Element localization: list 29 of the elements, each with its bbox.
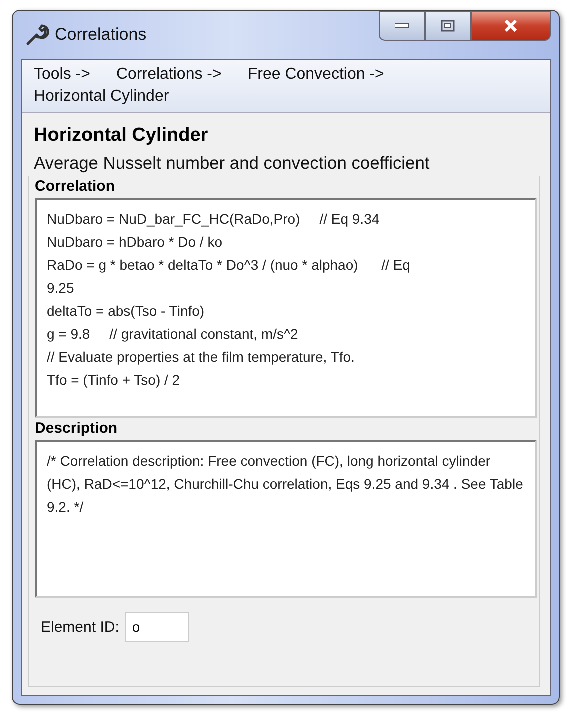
- code-line: RaDo = g * betao * deltaTo * Do^3 / (nuo * alphao) // Eq: [47, 256, 412, 275]
- breadcrumb-link[interactable]: Free Convection ->: [248, 66, 384, 84]
- code-line: g = 9.8 // gravitational constant, m/s^2: [47, 325, 300, 344]
- code-line: NuDbaro = hDbaro * Do / ko: [47, 233, 224, 252]
- code-line: // Evaluate properties at the film temperature, Tfo.: [47, 348, 356, 367]
- description-text: /* Correlation description: Free convection (FC), long horizontal cylinder (HC), RaD<=10^12, Churchill-Chu correlation, Eqs 9.25 and 9.34 . See Table 9.2. */: [47, 452, 524, 517]
- breadcrumb-link[interactable]: Correlations ->: [116, 66, 222, 84]
- code-line: 9.25: [47, 279, 76, 298]
- code-line: Tfo = (Tinfo + Tso) / 2: [47, 371, 182, 390]
- minimize-button[interactable]: [379, 11, 425, 41]
- code-line: NuDbaro = NuD_bar_FC_HC(RaDo,Pro) // Eq 9.34: [47, 210, 381, 229]
- page-subtitle: Average Nusselt number and convection coefficient: [34, 153, 431, 174]
- section-label: Correlation: [35, 177, 116, 197]
- section-label: Description: [35, 419, 119, 439]
- breadcrumb-link[interactable]: Horizontal Cylinder: [34, 88, 170, 106]
- element-id-label: Element ID:: [41, 618, 120, 636]
- window-title: Correlations: [55, 25, 147, 45]
- description-text-area[interactable]: /* Correlation description: Free convection (FC), long horizontal cylinder (HC), RaD<=10^12, Churchill-Chu correlation, Eqs 9.25 and 9.34 . See Table 9.2. */: [35, 440, 537, 598]
- minimize-icon: [395, 23, 409, 29]
- maximize-button[interactable]: [425, 11, 471, 41]
- maximize-icon: [441, 20, 455, 32]
- code-line: deltaTo = abs(Tso - Tinfo): [47, 302, 206, 321]
- wrench-icon: [25, 23, 49, 47]
- element-id-field[interactable]: o: [125, 612, 190, 642]
- close-button[interactable]: [471, 11, 551, 41]
- close-icon: [503, 19, 519, 33]
- breadcrumb-link[interactable]: Tools ->: [34, 66, 90, 84]
- correlation-text-area[interactable]: [35, 198, 537, 418]
- page-heading: Horizontal Cylinder: [34, 125, 210, 147]
